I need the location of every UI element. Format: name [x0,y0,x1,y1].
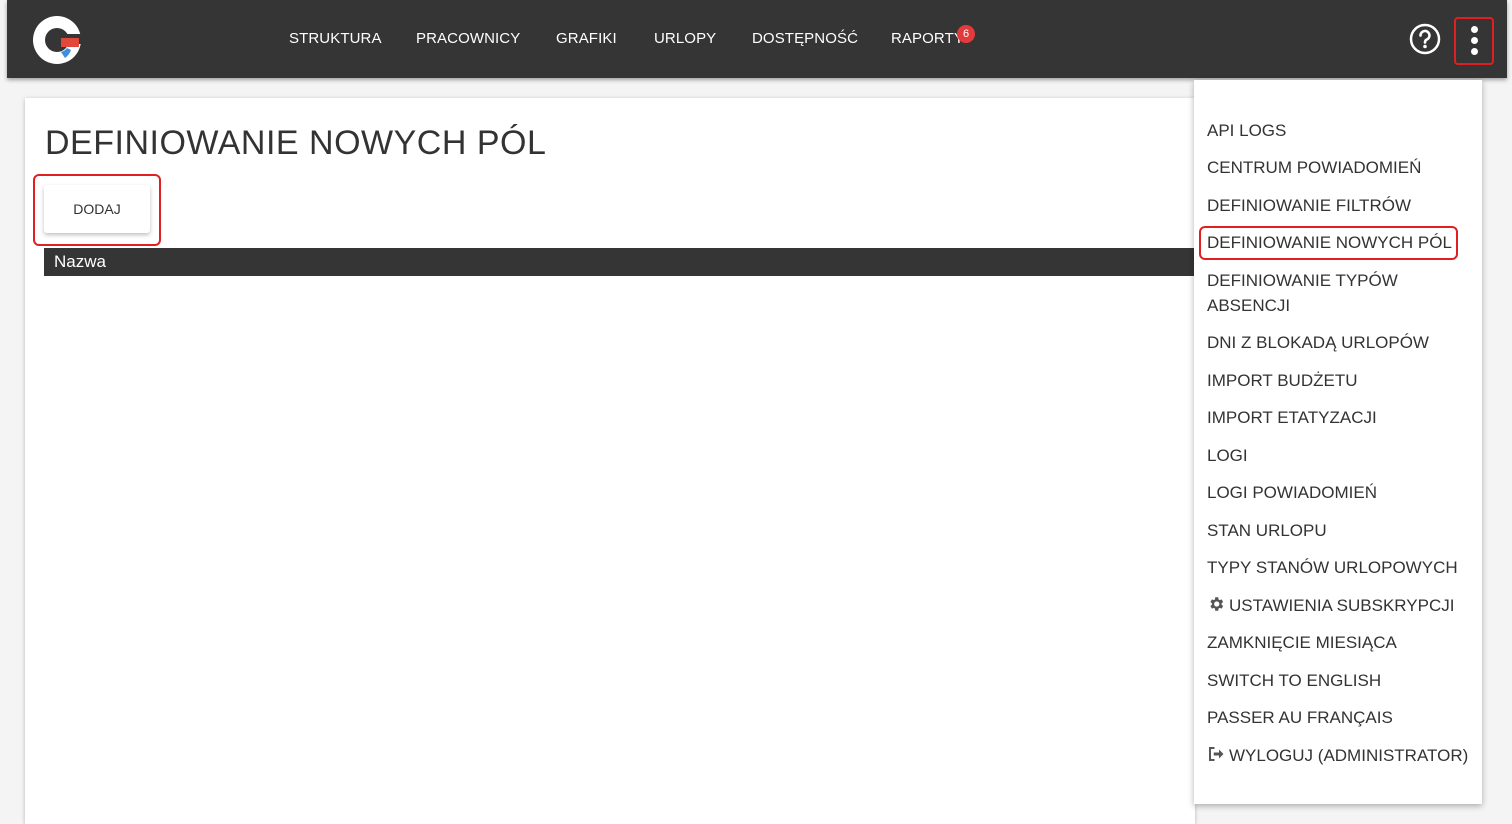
app-logo[interactable] [31,14,83,66]
menu-item-centrum-powiadomien[interactable]: CENTRUM POWIADOMIEŃ [1207,155,1421,180]
menu-item-typy-stanow-urlopowych[interactable]: TYPY STANÓW URLOPOWYCH [1207,555,1458,580]
menu-item-passer-au-francais[interactable]: PASSER AU FRANÇAIS [1207,705,1393,730]
help-icon[interactable] [1409,23,1441,55]
gear-icon [1210,597,1224,611]
nav-urlopy[interactable]: URLOPY [654,30,716,47]
raporty-notification-badge: 6 [957,25,975,43]
nav-struktura[interactable]: STRUKTURA [289,30,382,47]
menu-item-definiowanie-nowych-pol[interactable]: DEFINIOWANIE NOWYCH PÓL [1199,226,1458,260]
add-button[interactable]: DODAJ [44,185,150,233]
kebab-menu-icon[interactable] [1454,17,1494,65]
menu-item-import-etatyzacji[interactable]: IMPORT ETATYZACJI [1207,405,1377,430]
nav-raporty[interactable]: RAPORTY [891,30,964,47]
menu-item-logi-powiadomien[interactable]: LOGI POWIADOMIEŃ [1207,480,1377,505]
menu-item-definiowanie-filtrow[interactable]: DEFINIOWANIE FILTRÓW [1207,193,1411,218]
add-button-highlight: DODAJ [33,174,161,246]
nav-dostepnosc[interactable]: DOSTĘPNOŚĆ [752,30,858,47]
column-header-nazwa[interactable]: Nazwa [54,248,106,276]
nav-pracownicy[interactable]: PRACOWNICY [416,30,520,47]
menu-item-definiowanie-typow-absencji[interactable]: DEFINIOWANIE TYPÓW ABSENCJI [1207,268,1398,318]
menu-item-api-logs[interactable]: API LOGS [1207,118,1286,143]
logout-icon [1209,747,1224,761]
nav-grafiki[interactable]: GRAFIKI [556,30,617,47]
menu-item-wyloguj[interactable]: WYLOGUJ (ADMINISTRATOR) [1207,743,1468,768]
menu-item-zamkniecie-miesiaca[interactable]: ZAMKNIĘCIE MIESIĄCA [1207,630,1397,655]
page-title: DEFINIOWANIE NOWYCH PÓL [45,124,547,162]
main-content-card: DEFINIOWANIE NOWYCH PÓL DODAJ Nazwa [25,98,1195,824]
menu-item-import-budzetu[interactable]: IMPORT BUDŻETU [1207,368,1358,393]
menu-item-stan-urlopu[interactable]: STAN URLOPU [1207,518,1327,543]
menu-item-switch-to-english[interactable]: SWITCH TO ENGLISH [1207,668,1381,693]
top-navigation-bar: STRUKTURA PRACOWNICY GRAFIKI URLOPY DOST… [7,0,1507,78]
menu-item-dni-z-blokada-urlopow[interactable]: DNI Z BLOKADĄ URLOPÓW [1207,330,1429,355]
settings-dropdown-menu: API LOGS CENTRUM POWIADOMIEŃ DEFINIOWANI… [1194,80,1482,804]
menu-item-ustawienia-subskrypcji[interactable]: USTAWIENIA SUBSKRYPCJI [1207,593,1454,618]
table-header: Nazwa [44,248,1195,276]
menu-item-logi[interactable]: LOGI [1207,443,1248,468]
